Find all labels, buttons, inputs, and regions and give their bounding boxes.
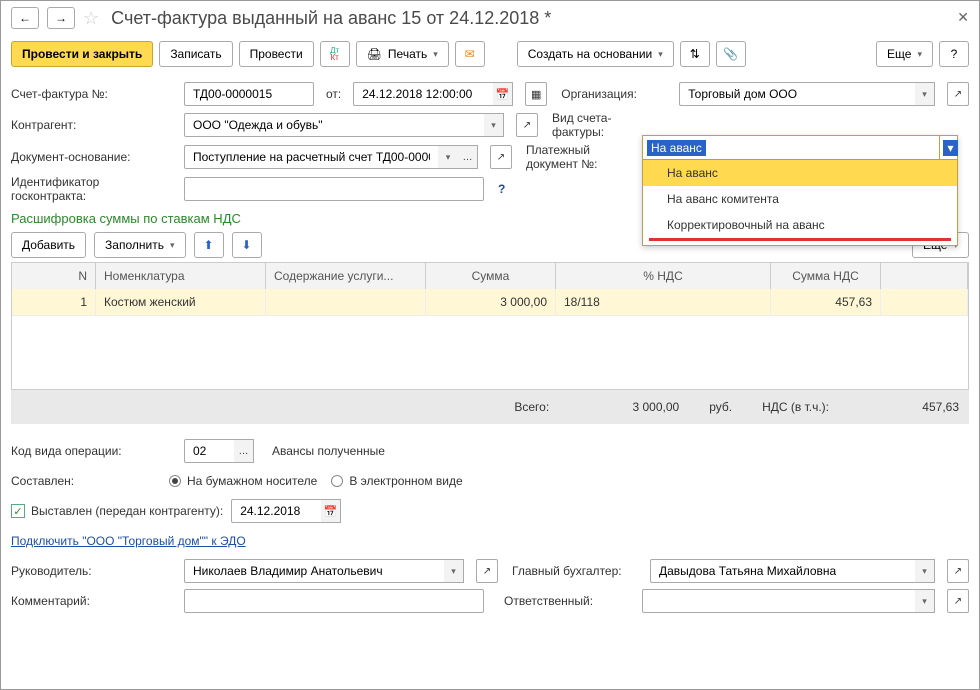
opcode-dots-button[interactable] bbox=[234, 439, 254, 463]
org-open-button[interactable] bbox=[947, 82, 969, 106]
kind-dropdown[interactable]: На аванс ▾ На аванс На аванс комитента К… bbox=[642, 135, 958, 246]
resp-label: Ответственный: bbox=[504, 594, 634, 608]
chief-dropdown-button[interactable]: ▾ bbox=[444, 559, 464, 583]
add-row-button[interactable]: Добавить bbox=[11, 232, 86, 258]
envelope-icon bbox=[465, 47, 475, 61]
forward-button[interactable]: → bbox=[47, 7, 75, 29]
structure-button[interactable] bbox=[680, 41, 710, 67]
acc-input[interactable] bbox=[650, 559, 915, 583]
open-icon bbox=[954, 88, 962, 100]
resp-input[interactable] bbox=[642, 589, 915, 613]
edo-link[interactable]: Подключить "ООО "Торговый дом"" к ЭДО bbox=[11, 534, 246, 548]
opcode-text: Авансы полученные bbox=[272, 444, 385, 458]
org-dropdown-button[interactable]: ▾ bbox=[915, 82, 935, 106]
window-title: Счет-фактура выданный на аванс 15 от 24.… bbox=[111, 8, 551, 29]
move-up-button[interactable]: ⬆ bbox=[194, 232, 224, 258]
comment-input[interactable] bbox=[184, 589, 484, 613]
arrow-down-icon: ⬇ bbox=[241, 238, 251, 252]
formed-paper-radio[interactable]: На бумажном носителе bbox=[169, 474, 317, 488]
basis-open-button[interactable] bbox=[490, 145, 512, 169]
basis-dropdown-button[interactable]: ▾ bbox=[438, 145, 458, 169]
vat-table: N Номенклатура Содержание услуги... Сумм… bbox=[11, 262, 969, 390]
date-input[interactable] bbox=[353, 82, 493, 106]
resp-dropdown-button[interactable]: ▾ bbox=[915, 589, 935, 613]
chief-input[interactable] bbox=[184, 559, 444, 583]
structure-icon bbox=[690, 47, 700, 61]
dtkt-button[interactable]: ДтКт bbox=[320, 41, 350, 67]
date-extra-button[interactable]: ▦ bbox=[525, 82, 547, 106]
chevron-down-icon: ▾ bbox=[922, 89, 927, 100]
counter-open-button[interactable] bbox=[516, 113, 538, 137]
formed-label: Составлен: bbox=[11, 474, 161, 488]
counter-label: Контрагент: bbox=[11, 118, 176, 132]
goscontract-label: Идентификатор госконтракта: bbox=[11, 175, 176, 203]
move-down-button[interactable]: ⬇ bbox=[232, 232, 262, 258]
basis-input[interactable] bbox=[184, 145, 438, 169]
paydoc-label: Платежный документ №: bbox=[526, 143, 636, 171]
acc-label: Главный бухгалтер: bbox=[512, 564, 642, 578]
kind-option-advance[interactable]: На аванс bbox=[643, 160, 957, 186]
more-button[interactable]: Еще▾ bbox=[876, 41, 933, 67]
sf-number-label: Счет-фактура №: bbox=[11, 87, 176, 101]
write-button[interactable]: Записать bbox=[159, 41, 232, 67]
attach-button[interactable] bbox=[716, 41, 746, 67]
formed-elec-radio[interactable]: В электронном виде bbox=[331, 474, 462, 488]
favorite-icon[interactable]: ☆ bbox=[83, 8, 99, 29]
chief-open-button[interactable] bbox=[476, 559, 498, 583]
opcode-label: Код вида операции: bbox=[11, 444, 176, 458]
help-icon[interactable]: ? bbox=[498, 182, 505, 196]
kind-option-advance-commission[interactable]: На аванс комитента bbox=[643, 186, 957, 212]
issued-checkbox[interactable]: ✓Выставлен (передан контрагенту): bbox=[11, 504, 223, 518]
goscontract-input[interactable] bbox=[184, 177, 484, 201]
table-row[interactable]: 1 Костюм женский 3 000,00 18/118 457,63 bbox=[12, 289, 968, 316]
acc-open-button[interactable] bbox=[947, 559, 969, 583]
post-button[interactable]: Провести bbox=[239, 41, 314, 67]
kind-option-correction-advance[interactable]: Корректировочный на аванс bbox=[643, 212, 957, 238]
kind-dropdown-toggle[interactable]: ▾ bbox=[939, 136, 957, 159]
issued-date-picker[interactable] bbox=[321, 499, 341, 523]
sf-number-input[interactable] bbox=[184, 82, 314, 106]
kind-dropdown-input[interactable]: На аванс ▾ bbox=[643, 136, 957, 160]
org-label: Организация: bbox=[561, 87, 671, 101]
mail-button[interactable] bbox=[455, 41, 485, 67]
totals-bar: Всего: 3 000,00 руб. НДС (в т.ч.): 457,6… bbox=[11, 390, 969, 424]
org-input[interactable] bbox=[679, 82, 915, 106]
calendar-icon bbox=[496, 88, 510, 101]
issued-date-input[interactable] bbox=[231, 499, 321, 523]
chief-label: Руководитель: bbox=[11, 564, 176, 578]
dropdown-redbar bbox=[649, 238, 951, 241]
from-label: от: bbox=[326, 87, 341, 101]
counter-input[interactable] bbox=[184, 113, 484, 137]
opcode-input[interactable] bbox=[184, 439, 234, 463]
dtkt-icon: ДтКт bbox=[330, 47, 339, 61]
fill-button[interactable]: Заполнить▾ bbox=[94, 232, 185, 258]
print-icon bbox=[367, 47, 382, 61]
create-on-basis-button[interactable]: Создать на основании▾ bbox=[517, 41, 674, 67]
close-icon[interactable]: ✕ bbox=[957, 9, 969, 26]
basis-label: Документ-основание: bbox=[11, 150, 176, 164]
resp-open-button[interactable] bbox=[947, 589, 969, 613]
help-button[interactable]: ? bbox=[939, 41, 969, 67]
paperclip-icon bbox=[723, 47, 738, 61]
back-button[interactable]: ← bbox=[11, 7, 39, 29]
date-picker-button[interactable] bbox=[493, 82, 513, 106]
print-button[interactable]: Печать▾ bbox=[356, 41, 449, 67]
acc-dropdown-button[interactable]: ▾ bbox=[915, 559, 935, 583]
counter-dropdown-button[interactable]: ▾ bbox=[484, 113, 504, 137]
basis-dots-button[interactable] bbox=[458, 145, 478, 169]
table-header: N Номенклатура Содержание услуги... Сумм… bbox=[12, 263, 968, 289]
comment-label: Комментарий: bbox=[11, 594, 176, 608]
arrow-up-icon: ⬆ bbox=[203, 238, 213, 252]
post-and-close-button[interactable]: Провести и закрыть bbox=[11, 41, 153, 67]
ellipsis-icon bbox=[463, 152, 473, 163]
